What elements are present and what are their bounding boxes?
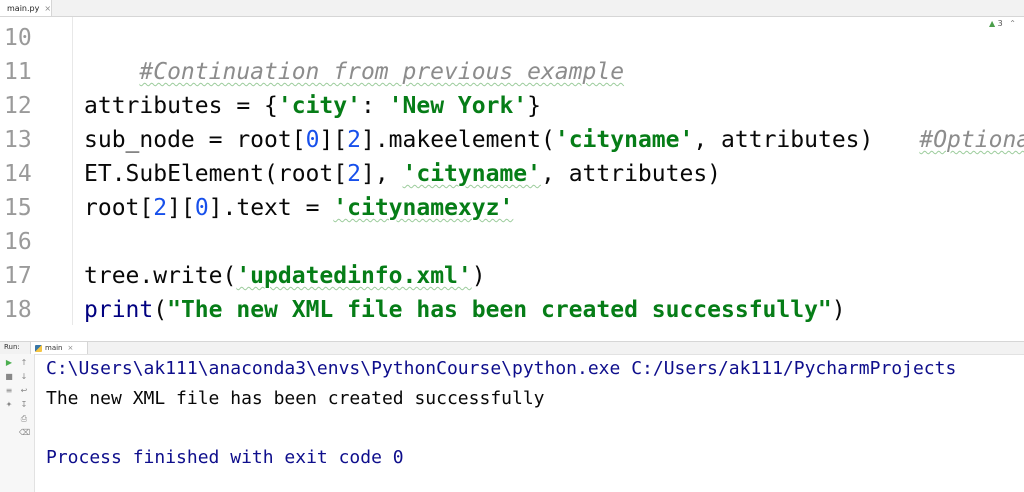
code-line-18: print("The new XML file has been created… bbox=[84, 293, 846, 327]
code-line-14: ET.SubElement(root[2], 'cityname', attri… bbox=[84, 157, 721, 191]
code-builtin: print bbox=[84, 297, 154, 323]
code-token: ) bbox=[831, 297, 846, 323]
warning-check-icon: ▲ bbox=[988, 19, 996, 28]
code-token: ][ bbox=[167, 195, 195, 221]
run-tab-label: main bbox=[45, 344, 63, 352]
code-string: 'New York' bbox=[388, 93, 528, 119]
code-token: attributes = { bbox=[84, 93, 278, 119]
line-number: 10 bbox=[4, 25, 32, 51]
console-command-line: C:\Users\ak111\anaconda3\envs\PythonCour… bbox=[46, 358, 957, 379]
tab-label: main.py bbox=[7, 3, 40, 13]
code-token: ( bbox=[153, 297, 168, 323]
code-token: ][ bbox=[319, 127, 348, 153]
line-number: 17 bbox=[4, 263, 32, 289]
console-output-line: The new XML file has been created succes… bbox=[46, 388, 545, 409]
code-token: } bbox=[527, 93, 542, 119]
console-exit-line: Process finished with exit code 0 bbox=[46, 447, 404, 468]
code-token: sub_node = root[ bbox=[84, 127, 306, 153]
code-token: , attributes) bbox=[541, 161, 722, 187]
code-number: 2 bbox=[347, 161, 361, 187]
code-number: 0 bbox=[194, 195, 209, 221]
code-number: 2 bbox=[153, 195, 168, 221]
code-token: ET.SubElement(root[ bbox=[84, 161, 348, 187]
line-number-gutter: 10 11 12 13 14 15 16 17 18 bbox=[0, 17, 70, 325]
rerun-icon[interactable]: ▶ bbox=[4, 358, 14, 368]
code-string: "The new XML file has been created succe… bbox=[167, 297, 832, 323]
code-string: 'updatedinfo.xml' bbox=[236, 263, 472, 289]
run-label: Run: bbox=[4, 343, 20, 351]
code-string: 'city' bbox=[277, 93, 361, 119]
inspection-count: 3 bbox=[997, 19, 1003, 28]
chevron-up-icon[interactable]: ⌃ bbox=[1009, 19, 1016, 28]
trash-icon[interactable]: ⌫ bbox=[19, 428, 30, 438]
soft-wrap-icon[interactable]: ↩ bbox=[19, 386, 29, 396]
tab-main-py[interactable]: main.py × bbox=[0, 0, 52, 16]
run-tool-window-header: Run: main × bbox=[0, 341, 1024, 355]
line-number: 14 bbox=[4, 161, 32, 187]
code-string: 'citynamexyz' bbox=[333, 195, 514, 221]
scroll-to-end-icon[interactable]: ↧ bbox=[19, 400, 29, 410]
code-token: , attributes) bbox=[693, 127, 874, 153]
code-token: tree.write( bbox=[84, 263, 237, 289]
code-comment: #Optional bbox=[919, 127, 1024, 153]
code-token: ) bbox=[471, 263, 486, 289]
code-line-17: tree.write('updatedinfo.xml') bbox=[84, 259, 486, 293]
gutter-divider bbox=[72, 17, 73, 325]
code-string: 'cityname' bbox=[554, 127, 694, 153]
code-line-13: sub_node = root[0][2].makeelement('cityn… bbox=[84, 123, 1024, 157]
code-token: ].makeelement( bbox=[360, 127, 555, 153]
code-token: root[ bbox=[84, 195, 154, 221]
code-editor[interactable]: 10 11 12 13 14 15 16 17 18 ▲ 3 ⌃ #Contin… bbox=[0, 17, 1024, 325]
line-number: 11 bbox=[4, 59, 32, 85]
line-number: 16 bbox=[4, 229, 32, 255]
print-icon[interactable]: ⎙ bbox=[19, 414, 29, 424]
run-toolbar: ▶ ■ ≡ ✦ ↑ ↓ ↩ ↧ ⎙ ⌫ bbox=[0, 354, 35, 492]
code-number: 0 bbox=[305, 127, 320, 153]
code-number: 2 bbox=[347, 127, 361, 153]
code-comment: #Continuation from previous example bbox=[139, 59, 625, 85]
arrow-up-icon[interactable]: ↑ bbox=[19, 358, 29, 368]
code-line-15: root[2][0].text = 'citynamexyz' bbox=[84, 191, 513, 225]
line-number: 15 bbox=[4, 195, 32, 221]
run-tab-main[interactable]: main × bbox=[30, 342, 89, 354]
code-token: ].text = bbox=[208, 195, 334, 221]
line-number: 13 bbox=[4, 127, 32, 153]
pin-icon[interactable]: ✦ bbox=[4, 400, 14, 410]
editor-tab-bar: main.py × bbox=[0, 0, 1024, 17]
code-line-12: attributes = {'city': 'New York'} bbox=[84, 89, 541, 123]
close-icon[interactable]: × bbox=[68, 344, 74, 352]
line-number: 18 bbox=[4, 297, 32, 323]
arrow-down-icon[interactable]: ↓ bbox=[19, 372, 29, 382]
python-file-icon bbox=[35, 344, 42, 352]
line-number: 12 bbox=[4, 93, 32, 119]
run-console[interactable]: C:\Users\ak111\anaconda3\envs\PythonCour… bbox=[46, 354, 1024, 492]
code-token: : bbox=[360, 93, 389, 119]
code-line-10: #Continuation from previous example bbox=[84, 21, 624, 85]
layout-icon[interactable]: ≡ bbox=[4, 386, 14, 396]
code-string: 'cityname' bbox=[402, 161, 541, 187]
inspection-widget[interactable]: ▲ 3 ⌃ bbox=[989, 19, 1016, 28]
code-token: ], bbox=[360, 161, 403, 187]
close-icon[interactable]: × bbox=[44, 4, 51, 13]
stop-icon[interactable]: ■ bbox=[4, 372, 14, 382]
